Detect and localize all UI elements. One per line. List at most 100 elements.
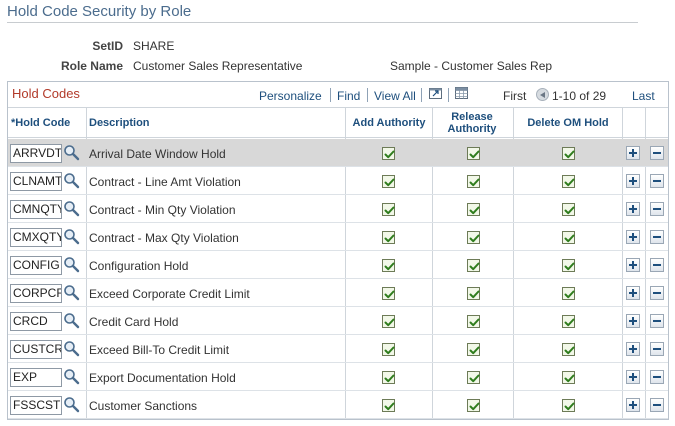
delete-om-hold-checkbox[interactable] [562,231,575,244]
table-row: FSSCST Customer Sanctions [8,391,668,419]
table-row: CORPCR Exceed Corporate Credit Limit [8,279,668,307]
hold-code-input[interactable]: CONFIG [10,256,62,275]
delete-om-hold-checkbox[interactable] [562,399,575,412]
hold-code-input[interactable]: CUSTCR [10,340,62,359]
plus-icon[interactable] [626,286,640,300]
add-authority-checkbox[interactable] [382,231,395,244]
minus-icon[interactable] [650,230,664,244]
minus-icon[interactable] [650,314,664,328]
plus-icon[interactable] [626,258,640,272]
magnifier-icon[interactable] [63,228,80,245]
spreadsheet-icon[interactable] [454,86,469,100]
hold-code-input[interactable]: CORPCR [10,284,62,303]
hold-code-description: Configuration Hold [89,259,189,273]
table-row: CRCD Credit Card Hold [8,307,668,335]
role-description: Sample - Customer Sales Rep [390,59,553,73]
col-release-authority[interactable]: Release Authority [432,108,512,138]
zoom-window-icon[interactable] [428,86,443,100]
plus-icon[interactable] [626,342,640,356]
col-hold-code[interactable]: *Hold Code [11,108,87,138]
delete-om-hold-checkbox[interactable] [562,343,575,356]
release-authority-checkbox[interactable] [467,203,480,216]
hold-code-input[interactable]: CRCD [10,312,62,331]
hold-code-input[interactable]: CLNAMT [10,172,62,191]
plus-icon[interactable] [626,230,640,244]
hold-code-description: Contract - Max Qty Violation [89,231,239,245]
release-authority-checkbox[interactable] [467,399,480,412]
delete-om-hold-checkbox[interactable] [562,371,575,384]
add-authority-checkbox[interactable] [382,343,395,356]
hold-code-input[interactable]: CMNQTY [10,200,62,219]
release-authority-checkbox[interactable] [467,315,480,328]
last-link[interactable]: Last [632,89,655,103]
add-authority-checkbox[interactable] [382,399,395,412]
delete-om-hold-checkbox[interactable] [562,287,575,300]
release-authority-checkbox[interactable] [467,371,480,384]
col-release-line2: Authority [447,123,497,135]
add-authority-checkbox[interactable] [382,315,395,328]
magnifier-icon[interactable] [63,284,80,301]
plus-icon[interactable] [626,202,640,216]
setid-value: SHARE [133,39,175,53]
add-authority-checkbox[interactable] [382,371,395,384]
previous-arrow-icon[interactable] [536,88,549,101]
add-authority-checkbox[interactable] [382,147,395,160]
table-row: EXP Export Documentation Hold [8,363,668,391]
add-authority-checkbox[interactable] [382,203,395,216]
magnifier-icon[interactable] [63,396,80,413]
magnifier-icon[interactable] [63,172,80,189]
hold-code-input[interactable]: EXP [10,368,62,387]
minus-icon[interactable] [650,202,664,216]
plus-icon[interactable] [626,174,640,188]
magnifier-icon[interactable] [63,312,80,329]
table-row: ARRVDT Arrival Date Window Hold [8,139,668,167]
plus-icon[interactable] [626,370,640,384]
col-description[interactable]: Description [89,108,339,138]
delete-om-hold-checkbox[interactable] [562,147,575,160]
col-add-authority[interactable]: Add Authority [346,108,432,138]
delete-om-hold-checkbox[interactable] [562,203,575,216]
view-all-link[interactable]: View All [374,89,416,103]
title-divider [7,22,638,23]
minus-icon[interactable] [650,370,664,384]
plus-icon[interactable] [626,314,640,328]
minus-icon[interactable] [650,258,664,272]
magnifier-icon[interactable] [63,256,80,273]
hold-code-input[interactable]: ARRVDT [10,144,62,163]
hold-code-input[interactable]: FSSCST [10,396,62,415]
hold-code-description: Exceed Bill-To Credit Limit [89,343,230,357]
add-authority-checkbox[interactable] [382,287,395,300]
release-authority-checkbox[interactable] [467,287,480,300]
row-range: 1-10 of 29 [552,89,607,103]
release-authority-checkbox[interactable] [467,175,480,188]
delete-om-hold-checkbox[interactable] [562,259,575,272]
magnifier-icon[interactable] [63,200,80,217]
hold-code-description: Contract - Line Amt Violation [89,175,241,189]
magnifier-icon[interactable] [63,144,80,161]
personalize-link[interactable]: Personalize [259,89,322,103]
release-authority-checkbox[interactable] [467,343,480,356]
plus-icon[interactable] [626,398,640,412]
add-authority-checkbox[interactable] [382,175,395,188]
hold-code-description: Exceed Corporate Credit Limit [89,287,250,301]
find-link[interactable]: Find [337,89,360,103]
hold-code-input[interactable]: CMXQTY [10,228,62,247]
hold-code-description: Contract - Min Qty Violation [89,203,236,217]
minus-icon[interactable] [650,174,664,188]
release-authority-checkbox[interactable] [467,231,480,244]
plus-icon[interactable] [626,146,640,160]
minus-icon[interactable] [650,286,664,300]
delete-om-hold-checkbox[interactable] [562,175,575,188]
minus-icon[interactable] [650,342,664,356]
release-authority-checkbox[interactable] [467,259,480,272]
nav-separator [421,88,422,102]
minus-icon[interactable] [650,146,664,160]
minus-icon[interactable] [650,398,664,412]
delete-om-hold-checkbox[interactable] [562,315,575,328]
magnifier-icon[interactable] [63,368,80,385]
grid-header: Hold Codes Personalize Find View All Fir… [8,82,668,108]
add-authority-checkbox[interactable] [382,259,395,272]
release-authority-checkbox[interactable] [467,147,480,160]
magnifier-icon[interactable] [63,340,80,357]
col-delete-om-hold[interactable]: Delete OM Hold [514,108,622,138]
